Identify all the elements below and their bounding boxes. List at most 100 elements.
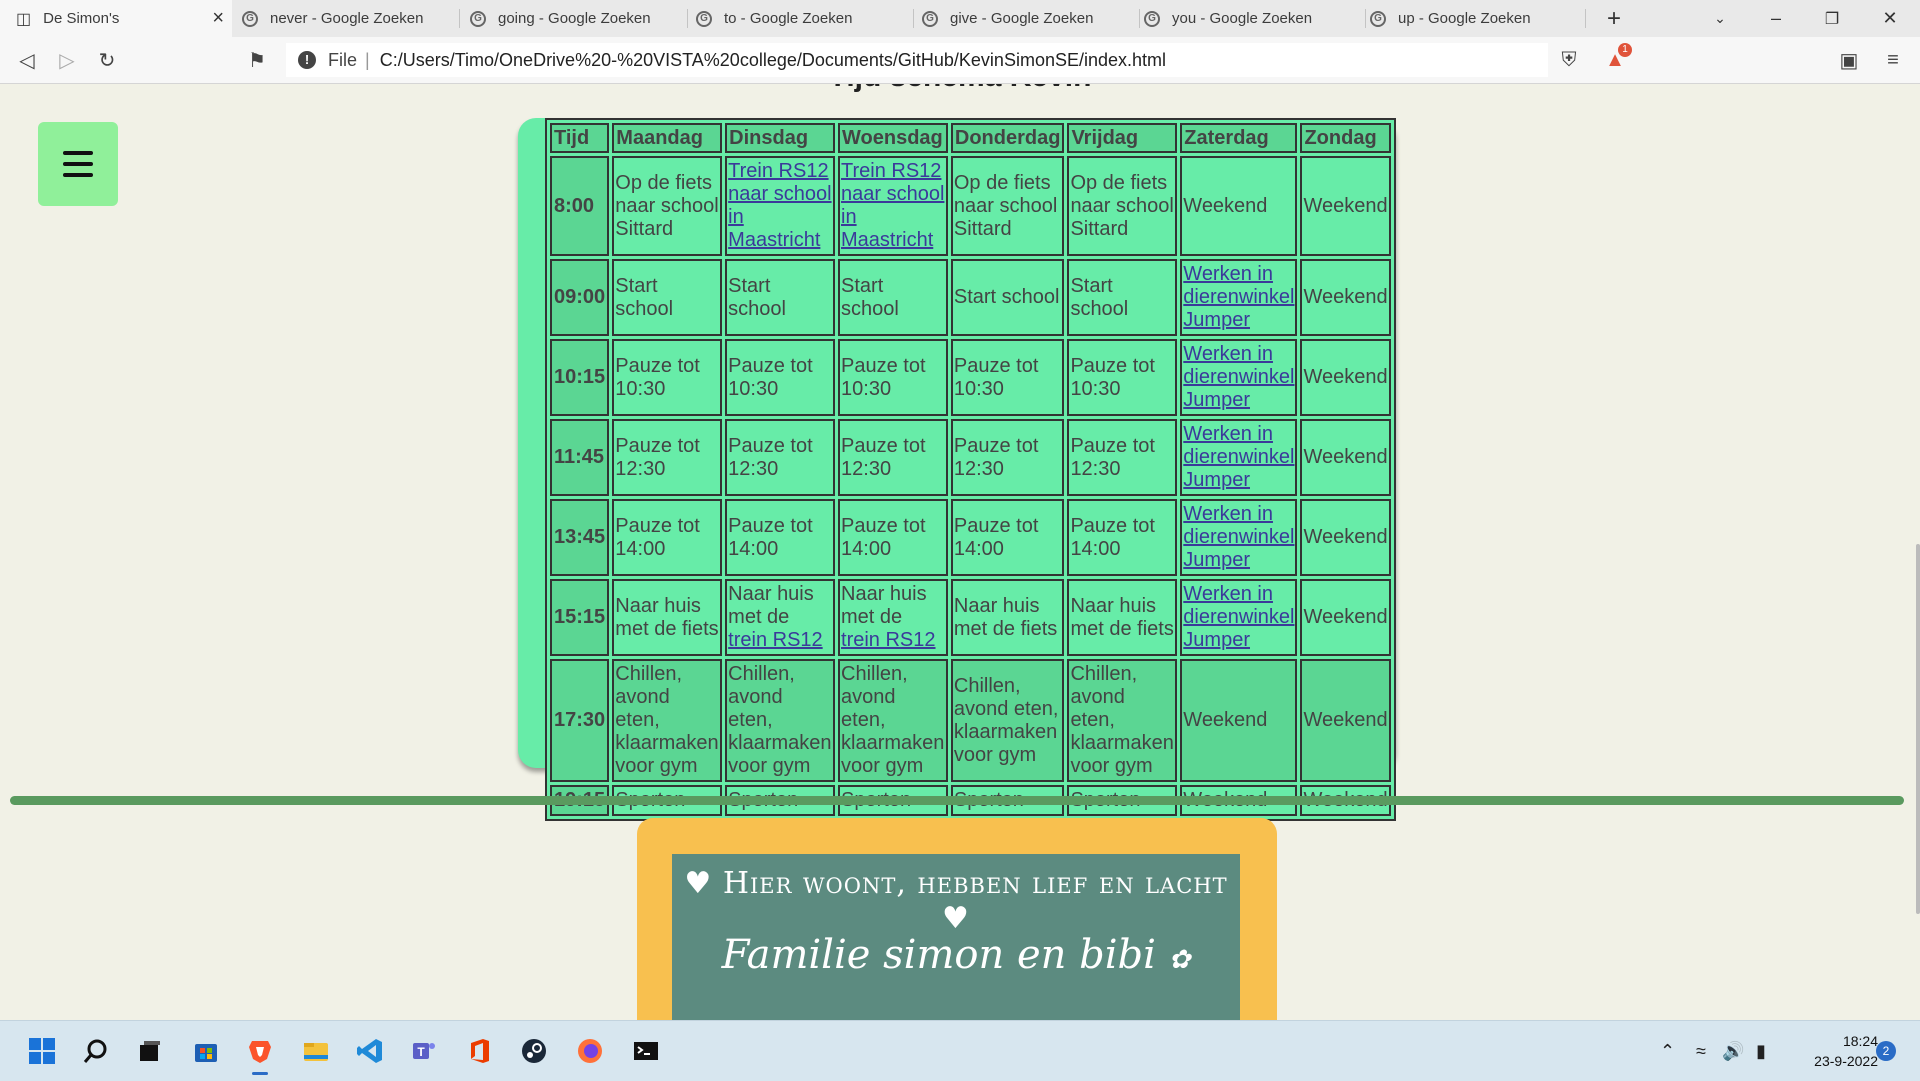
hamburger-menu-button[interactable]: [38, 122, 118, 206]
restore-icon: ❐: [1824, 10, 1840, 28]
scrollbar-thumb[interactable]: [1916, 544, 1920, 914]
train-link[interactable]: Trein RS12 naar school in Maastricht: [728, 160, 831, 251]
tab-give[interactable]: G give - Google Zoeken: [914, 0, 1140, 37]
tab-going[interactable]: G going - Google Zoeken: [460, 0, 688, 37]
forward-arrow-icon: ▷: [59, 49, 75, 72]
hamburger-line: [63, 173, 93, 177]
wifi-button[interactable]: ≈: [1696, 1041, 1706, 1062]
tab-title: going - Google Zoeken: [498, 10, 651, 27]
back-button[interactable]: ◁: [12, 45, 42, 75]
schedule-cell: Weekend: [1300, 499, 1391, 576]
paw-icon: ✿: [1168, 945, 1191, 975]
train-link[interactable]: trein RS12: [728, 629, 823, 651]
schedule-cell: Naar huis met de trein RS12: [725, 579, 836, 656]
train-link[interactable]: Trein RS12 naar school in Maastricht: [841, 160, 944, 251]
schedule-cell: Pauze tot 12:30: [1067, 419, 1178, 496]
url-separator: |: [365, 49, 370, 70]
start-button[interactable]: [22, 1031, 62, 1071]
work-link[interactable]: Werken in dierenwinkel Jumper: [1183, 343, 1294, 411]
schedule-cell: Chillen, avond eten, klaarmaken voor gym: [950, 659, 1065, 782]
schedule-cell: Pauze tot 10:30: [838, 339, 948, 416]
battery-button[interactable]: ▮: [1756, 1041, 1766, 1062]
tab-title: you - Google Zoeken: [1172, 10, 1313, 27]
schedule-cell: Weekend: [1300, 419, 1391, 496]
windows-start-icon: [29, 1038, 55, 1064]
work-link[interactable]: Werken in dierenwinkel Jumper: [1183, 263, 1294, 331]
taskbar-clock[interactable]: 18:24 23-9-2022: [1790, 1031, 1878, 1071]
tab-title: De Simon's: [43, 10, 120, 27]
time-cell: 15:15: [550, 579, 610, 656]
new-tab-button[interactable]: +: [1586, 0, 1642, 37]
tab-never[interactable]: G never - Google Zoeken: [232, 0, 460, 37]
schedule-cell: Chillen, avond eten, klaarmaken voor gym: [838, 659, 948, 782]
taskbar-steam[interactable]: [514, 1031, 554, 1071]
sign-line1-text: Hier woont, hebben lief en lacht: [722, 866, 1228, 901]
close-window-button[interactable]: ✕: [1862, 0, 1918, 37]
tab-up[interactable]: G up - Google Zoeken: [1366, 0, 1586, 37]
cell-text: Naar huis met de: [841, 583, 927, 628]
address-bar[interactable]: ! File | C:/Users/Timo/OneDrive%20-%20VI…: [286, 43, 1548, 77]
restore-button[interactable]: ❐: [1804, 0, 1860, 37]
taskbar-office[interactable]: [460, 1031, 500, 1071]
page-icon: ◫: [16, 10, 32, 28]
bookmark-button[interactable]: ⚑: [242, 45, 272, 75]
work-link[interactable]: Werken in dierenwinkel Jumper: [1183, 423, 1294, 491]
header-dinsdag: Dinsdag: [725, 123, 836, 153]
rewards-badge: 1: [1618, 43, 1632, 57]
reload-button[interactable]: ↻: [92, 45, 122, 75]
train-link[interactable]: trein RS12: [841, 629, 936, 651]
schedule-cell: Pauze tot 14:00: [725, 499, 836, 576]
close-tab-icon[interactable]: ×: [212, 8, 224, 28]
forward-button[interactable]: ▷: [52, 45, 82, 75]
schedule-cell: Chillen, avond eten, klaarmaken voor gym: [612, 659, 723, 782]
taskbar-firefox[interactable]: [570, 1031, 610, 1071]
taskbar-search-button[interactable]: [76, 1031, 116, 1071]
volume-button[interactable]: 🔊: [1722, 1041, 1744, 1062]
brave-shields-button[interactable]: ⛨: [1554, 45, 1584, 75]
url-text: C:/Users/Timo/OneDrive%20-%20VISTA%20col…: [379, 49, 1167, 70]
header-zaterdag: Zaterdag: [1180, 123, 1298, 153]
info-icon[interactable]: !: [298, 51, 316, 69]
taskbar-brave[interactable]: [240, 1031, 280, 1075]
menu-icon: ≡: [1887, 48, 1899, 71]
sign-line2-text: Familie simon en bibi: [721, 932, 1156, 978]
taskbar-store[interactable]: [186, 1031, 226, 1071]
schedule-cell: Weekend: [1180, 156, 1298, 256]
tab-de-simons[interactable]: ◫ De Simon's ×: [0, 0, 232, 37]
schedule-cell: Naar huis met de trein RS12: [838, 579, 948, 656]
minimize-button[interactable]: –: [1748, 0, 1804, 37]
taskbar-vscode[interactable]: [350, 1031, 390, 1071]
search-icon: [83, 1039, 107, 1063]
taskbar-file-explorer[interactable]: [296, 1031, 336, 1071]
page-scrollbar[interactable]: [1914, 84, 1920, 1020]
chevron-down-icon: ⌄: [1714, 10, 1726, 26]
taskbar-teams[interactable]: T: [404, 1031, 444, 1071]
notification-badge[interactable]: 2: [1876, 1041, 1896, 1061]
browser-menu-button[interactable]: ≡: [1878, 45, 1908, 75]
schedule-cell: Werken in dierenwinkel Jumper: [1180, 339, 1298, 416]
time-cell: 13:45: [550, 499, 610, 576]
tab-you[interactable]: G you - Google Zoeken: [1140, 0, 1366, 37]
wallet-button[interactable]: ▣: [1834, 45, 1864, 75]
brave-rewards-button[interactable]: ▲ 1: [1600, 43, 1632, 75]
tab-search-button[interactable]: ⌄: [1692, 0, 1748, 37]
battery-icon: ▮: [1756, 1041, 1766, 1061]
schedule-cell: Start school: [1067, 259, 1178, 336]
taskbar-terminal[interactable]: [626, 1031, 666, 1071]
tab-to[interactable]: G to - Google Zoeken: [688, 0, 914, 37]
tab-title: give - Google Zoeken: [950, 10, 1094, 27]
tab-title: never - Google Zoeken: [270, 10, 424, 27]
google-icon: G: [470, 10, 486, 27]
schedule-card: Tijd Maandag Dinsdag Woensdag Donderdag …: [518, 118, 1396, 821]
schedule-cell: Chillen, avond eten, klaarmaken voor gym: [725, 659, 836, 782]
task-view-button[interactable]: [130, 1031, 170, 1071]
schedule-cell: Op de fiets naar school Sittard: [1067, 156, 1178, 256]
bookmark-icon: ⚑: [248, 49, 266, 72]
table-row: 13:45 Pauze tot 14:00 Pauze tot 14:00 Pa…: [550, 499, 1391, 576]
cell-text: Naar huis met de: [728, 583, 814, 628]
show-hidden-icons-button[interactable]: ⌃: [1660, 1041, 1675, 1062]
google-icon: G: [1370, 10, 1386, 27]
schedule-cell: Weekend: [1300, 659, 1391, 782]
work-link[interactable]: Werken in dierenwinkel Jumper: [1183, 583, 1294, 651]
work-link[interactable]: Werken in dierenwinkel Jumper: [1183, 503, 1294, 571]
